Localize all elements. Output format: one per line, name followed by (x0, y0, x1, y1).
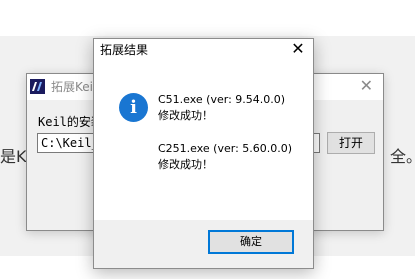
close-icon[interactable]: ✕ (360, 77, 373, 95)
open-button[interactable]: 打开 (327, 132, 375, 154)
dialog-title: 拓展结果 (100, 43, 149, 57)
background-text-right: 全。 (390, 147, 415, 166)
result-dialog: 拓展结果 ✕ i C51.exe (ver: 9.54.0.0) 修改成功！ C… (93, 38, 314, 269)
message-line: 修改成功！ (158, 158, 213, 171)
message-line: C51.exe (ver: 9.54.0.0) (158, 93, 286, 106)
app-logo-icon (30, 79, 45, 94)
dialog-body: i C51.exe (ver: 9.54.0.0) 修改成功！ C251.exe… (94, 60, 313, 220)
close-icon[interactable]: ✕ (290, 39, 306, 59)
keil-window-title: 拓展Keil (51, 80, 97, 94)
info-icon: i (119, 93, 148, 122)
ok-button[interactable]: 确定 (208, 230, 294, 254)
dialog-titlebar[interactable]: 拓展结果 ✕ (94, 39, 313, 60)
message-line: C251.exe (ver: 5.60.0.0) (158, 142, 293, 155)
message-line: 修改成功！ (158, 109, 213, 122)
